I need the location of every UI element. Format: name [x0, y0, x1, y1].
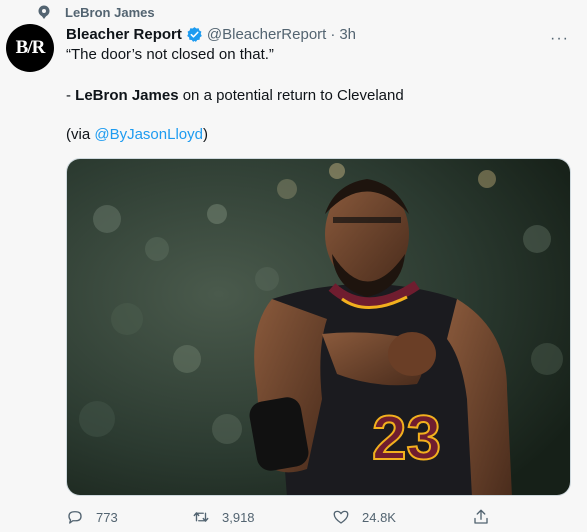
- line2-suffix: on a potential return to Cleveland: [178, 87, 404, 104]
- line2-bold: LeBron James: [75, 87, 179, 104]
- header-separator: ·: [330, 25, 336, 43]
- topic-label: LeBron James: [65, 4, 155, 20]
- heart-icon: [333, 510, 349, 524]
- author-name[interactable]: Bleacher Report: [66, 26, 182, 43]
- tweet-timestamp[interactable]: 3h: [339, 26, 356, 43]
- mention-link[interactable]: @ByJasonLloyd: [94, 126, 203, 143]
- jersey-number: 23: [372, 404, 441, 473]
- like-button[interactable]: 24.8K: [332, 508, 396, 526]
- like-count: 24.8K: [362, 509, 396, 525]
- share-icon: [474, 509, 488, 524]
- fist: [388, 332, 436, 376]
- share-button[interactable]: [472, 508, 502, 526]
- line3-prefix: (via: [66, 126, 95, 143]
- tweet-text-line-3: (via @ByJasonLloyd): [66, 125, 208, 145]
- tweet-header: Bleacher Report @BleacherReport · 3h: [66, 25, 356, 43]
- topic-row[interactable]: LeBron James: [37, 4, 155, 20]
- retweet-count: 3,918: [222, 509, 255, 525]
- verified-badge-icon: [187, 26, 202, 42]
- avatar[interactable]: B/R: [6, 24, 54, 72]
- photo-illustration: 23: [67, 159, 570, 495]
- topic-pin-icon: [38, 5, 50, 19]
- tweet-text-line-2: - LeBron James on a potential return to …: [66, 86, 404, 106]
- tweet-text-line-1: “The door’s not closed on that.”: [66, 46, 274, 63]
- reply-count: 773: [96, 509, 118, 525]
- author-handle[interactable]: @BleacherReport: [207, 26, 326, 43]
- retweet-icon: [193, 512, 209, 522]
- avatar-logo-text: B/R: [15, 37, 46, 58]
- line3-suffix: ): [202, 126, 208, 143]
- reply-icon: [68, 511, 82, 524]
- reply-button[interactable]: 773: [66, 508, 118, 526]
- line2-prefix: -: [66, 87, 76, 104]
- action-bar: 773 3,918 24.8K: [66, 508, 506, 530]
- retweet-button[interactable]: 3,918: [192, 508, 255, 526]
- tweet-photo[interactable]: 23: [66, 158, 571, 496]
- more-options-button[interactable]: ···: [550, 30, 569, 48]
